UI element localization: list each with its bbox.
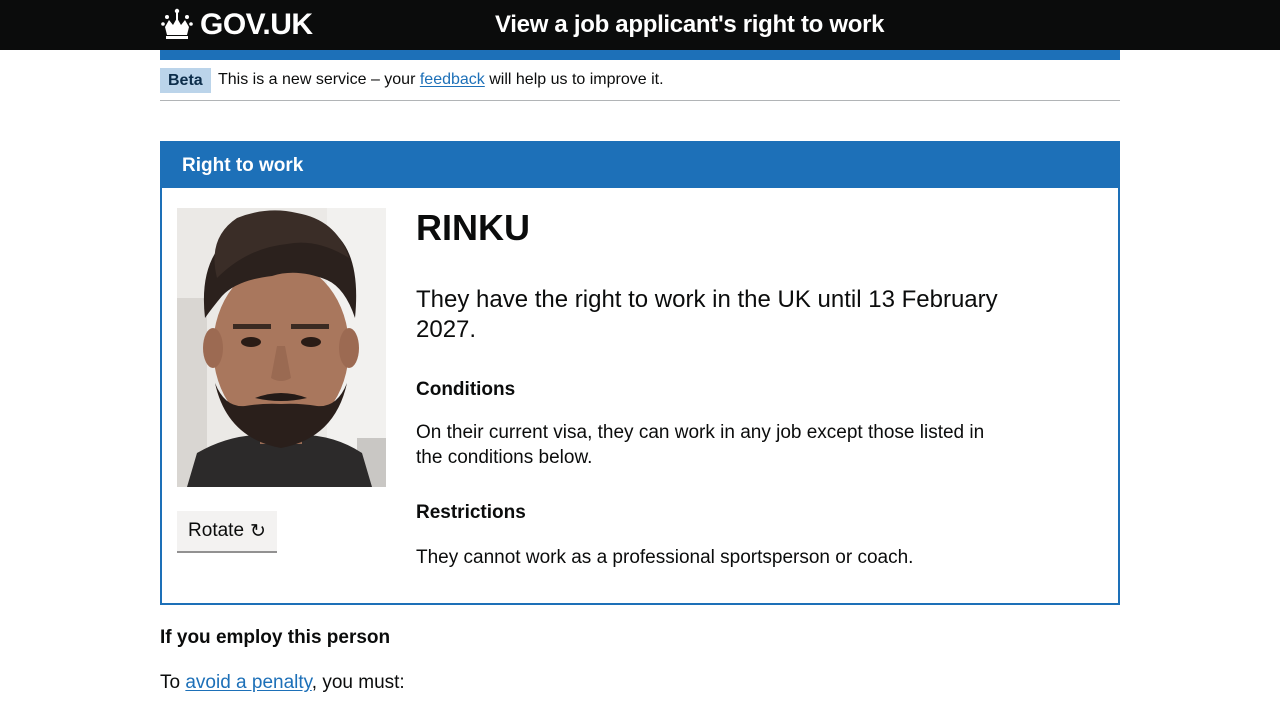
rotate-icon: ↻ xyxy=(250,520,266,542)
employ-text-after: , you must: xyxy=(311,672,405,693)
applicant-details: RINKU They have the right to work in the… xyxy=(416,205,1016,570)
phase-text-before: This is a new service – your xyxy=(218,71,420,88)
site-header: GOV.UK View a job applicant's right to w… xyxy=(0,0,1280,50)
conditions-text: On their current visa, they can work in … xyxy=(416,422,985,468)
phase-banner-text: This is a new service – your feedback wi… xyxy=(218,69,664,91)
applicant-photo xyxy=(177,208,386,487)
govuk-logo-link[interactable]: GOV.UK xyxy=(160,6,313,44)
employ-text: To avoid a penalty, you must: xyxy=(160,670,405,695)
conditions-heading: Conditions xyxy=(416,379,516,400)
service-name[interactable]: View a job applicant's right to work xyxy=(495,10,885,40)
employ-text-before: To xyxy=(160,672,186,693)
phase-text-after: will help us to improve it. xyxy=(484,71,664,88)
right-to-work-panel: Right to work Rotate ↻ RINKU They have t… xyxy=(160,141,1120,605)
logo-text: GOV.UK xyxy=(200,8,313,41)
crown-icon xyxy=(161,8,193,39)
phase-banner: Beta This is a new service – your feedba… xyxy=(160,60,1120,101)
restrictions-text: They cannot work as a professional sport… xyxy=(416,547,914,568)
restrictions-heading: Restrictions xyxy=(416,502,526,523)
panel-title: Right to work xyxy=(182,155,304,176)
right-to-work-status: They have the right to work in the UK un… xyxy=(416,286,998,343)
employ-heading: If you employ this person xyxy=(160,627,391,648)
header-blue-strip xyxy=(160,50,1120,60)
applicant-name: RINKU xyxy=(416,207,530,248)
avoid-penalty-link[interactable]: avoid a penalty xyxy=(185,672,311,693)
rotate-button-label: Rotate xyxy=(188,520,245,541)
panel-header: Right to work xyxy=(162,143,1118,188)
feedback-link[interactable]: feedback xyxy=(420,71,485,88)
rotate-button[interactable]: Rotate ↻ xyxy=(177,511,277,551)
beta-tag: Beta xyxy=(160,68,211,93)
applicant-photo-image xyxy=(177,208,386,487)
